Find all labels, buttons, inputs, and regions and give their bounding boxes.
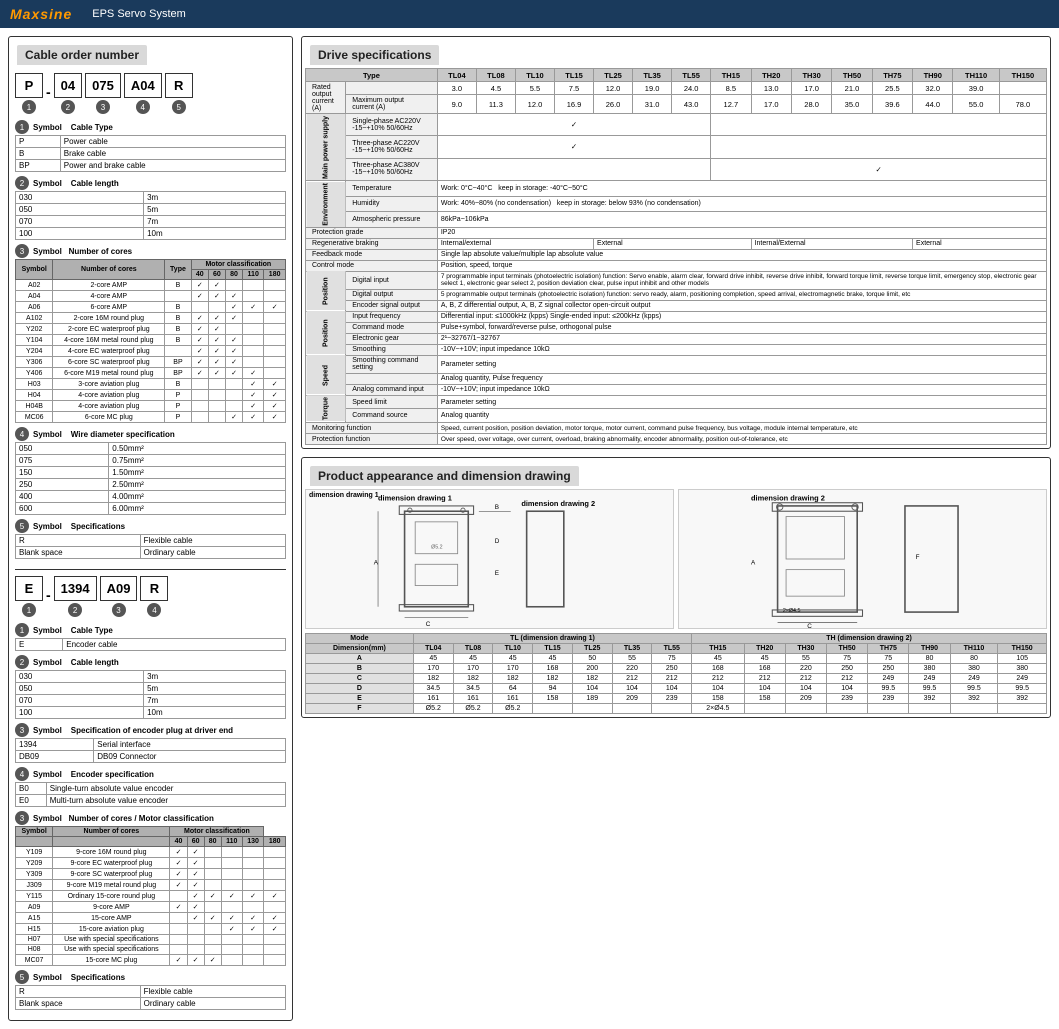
dimension-table: Mode TL (dimension drawing 1) TH (dimens… bbox=[305, 633, 1047, 714]
seg-R1: R 5 bbox=[165, 73, 193, 114]
b-group1-header: 1 Symbol Cable Type bbox=[15, 623, 286, 637]
right-panel: Drive specifications Type TL04 TL08 TL10… bbox=[301, 36, 1051, 1021]
svg-text:D: D bbox=[495, 538, 500, 545]
th-drawing-svg: dimension drawing 2 2×Ø4.5 bbox=[679, 490, 1046, 628]
drive-spec-title: Drive specifications bbox=[310, 45, 439, 65]
encoder-cable-section: E 1 - 1394 2 A09 3 bbox=[15, 569, 286, 1010]
cable-length-table: 0303m 0505m 0707m 10010m bbox=[15, 191, 286, 240]
drawing-diagrams: dimension drawing 1 dimension drawing 1 bbox=[305, 489, 1047, 629]
group1-header: 1 Symbol Cable Type bbox=[15, 120, 286, 134]
group4-header: 4 Symbol Wire diameter specification bbox=[15, 427, 286, 441]
group3-header: 3 Symbol Number of cores bbox=[15, 244, 286, 258]
th-drawing: dimension drawing 2 2×Ø4.5 bbox=[678, 489, 1047, 629]
group5-header: 5 Symbol Specifications bbox=[15, 519, 286, 533]
group2-header: 2 Symbol Cable length bbox=[15, 176, 286, 190]
svg-text:dimension drawing 2: dimension drawing 2 bbox=[751, 494, 825, 503]
spec5-table: RFlexible cable Blank spaceOrdinary cabl… bbox=[15, 534, 286, 559]
svg-text:C: C bbox=[807, 623, 812, 628]
b-cores-table: Symbol Number of cores Motor classificat… bbox=[15, 826, 286, 966]
seg-P: P 1 bbox=[15, 73, 43, 114]
tl-drawing-svg: dimension drawing 1 bbox=[306, 490, 673, 628]
b-spec5-table: RFlexible cable Blank spaceOrdinary cabl… bbox=[15, 985, 286, 1010]
b-group3-header: 3 Symbol Specification of encoder plug a… bbox=[15, 723, 286, 737]
b-group4-header: 4 Symbol Encoder specification bbox=[15, 767, 286, 781]
svg-text:dimension drawing 2: dimension drawing 2 bbox=[521, 499, 595, 508]
cores-table: Symbol Number of cores Type Motor classi… bbox=[15, 259, 286, 423]
seg-A09: A09 3 bbox=[100, 576, 138, 617]
dash1: - bbox=[46, 84, 51, 114]
svg-text:F: F bbox=[916, 554, 920, 561]
b-group3r-header: 3 Symbol Number of cores / Motor classif… bbox=[15, 811, 286, 825]
seg-R2: R 4 bbox=[140, 576, 168, 617]
header: Maxsine EPS Servo System bbox=[0, 0, 1059, 28]
b-encoder-plug-table: 1394Serial interface DB09DB09 Connector bbox=[15, 738, 286, 763]
logo: Maxsine bbox=[10, 6, 72, 22]
svg-text:Ø5.2: Ø5.2 bbox=[431, 544, 443, 550]
svg-text:C: C bbox=[426, 621, 431, 628]
wire-diameter-table: 0500.50mm² 0750.75mm² 1501.50mm² 2502.50… bbox=[15, 442, 286, 515]
drive-spec-section: Drive specifications Type TL04 TL08 TL10… bbox=[301, 36, 1051, 449]
drive-spec-table: Type TL04 TL08 TL10 TL15 TL25 TL35 TL55 … bbox=[305, 68, 1047, 445]
main-content: Cable order number P 1 - 04 2 bbox=[0, 28, 1059, 1029]
dash2: - bbox=[46, 587, 51, 617]
b-cable-length-table: 0303m 0505m 0707m 10010m bbox=[15, 670, 286, 719]
product-drawing-title: Product appearance and dimension drawing bbox=[310, 466, 579, 486]
product-drawing-section: Product appearance and dimension drawing… bbox=[301, 457, 1051, 718]
seg-A04: A04 4 bbox=[124, 73, 162, 114]
svg-text:dimension drawing 1: dimension drawing 1 bbox=[378, 494, 452, 503]
b-cable-type-table: EEncoder cable bbox=[15, 638, 286, 651]
svg-text:2×Ø4.5: 2×Ø4.5 bbox=[783, 608, 801, 614]
svg-text:A: A bbox=[374, 559, 379, 566]
page: Maxsine EPS Servo System Cable order num… bbox=[0, 0, 1059, 1029]
cable-order-content: P 1 - 04 2 075 3 A04 bbox=[9, 67, 292, 1020]
cable-order-section: Cable order number P 1 - 04 2 bbox=[8, 36, 293, 1021]
cable-order-title: Cable order number bbox=[17, 45, 147, 65]
svg-text:B: B bbox=[495, 504, 499, 511]
seg-1394: 1394 2 bbox=[54, 576, 97, 617]
svg-text:E: E bbox=[495, 570, 499, 577]
b-spec-header: 5 Symbol Specifications bbox=[15, 970, 286, 984]
seg-04: 04 2 bbox=[54, 73, 82, 114]
tl-drawing: dimension drawing 1 dimension drawing 1 bbox=[305, 489, 674, 629]
cable-type-table: PPower cable BBrake cable BPPower and br… bbox=[15, 135, 286, 172]
seg-075: 075 3 bbox=[85, 73, 121, 114]
b-group2-header: 2 Symbol Cable length bbox=[15, 655, 286, 669]
header-title: EPS Servo System bbox=[92, 8, 186, 20]
b-encoder-spec-table: B0Single-turn absolute value encoder E0M… bbox=[15, 782, 286, 807]
svg-text:A: A bbox=[751, 559, 756, 566]
seg-E: E 1 bbox=[15, 576, 43, 617]
left-panel: Cable order number P 1 - 04 2 bbox=[8, 36, 293, 1021]
